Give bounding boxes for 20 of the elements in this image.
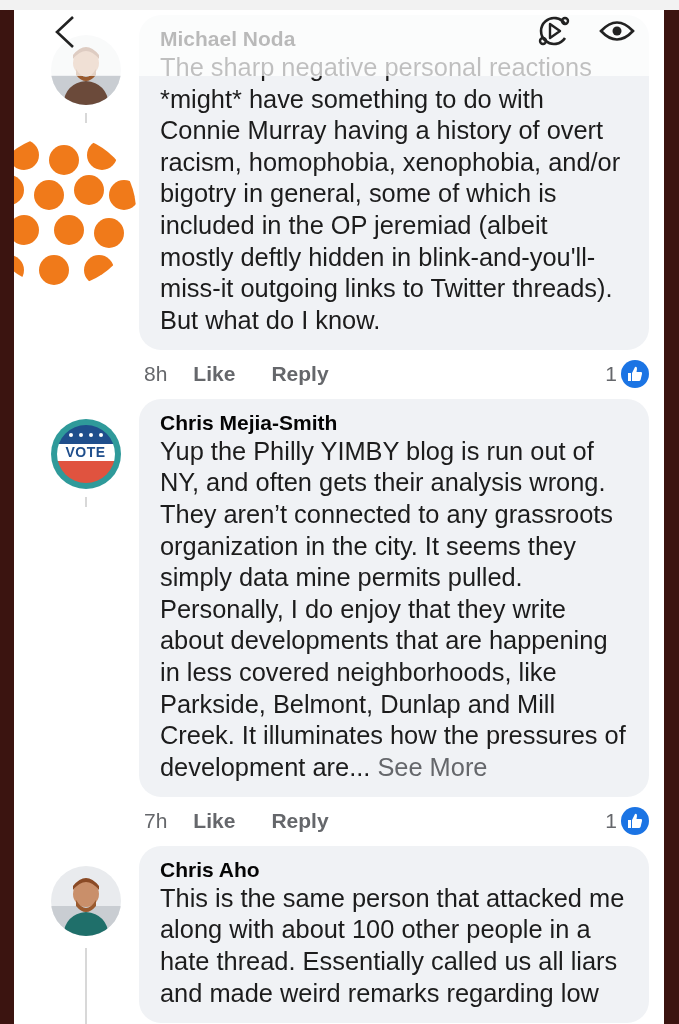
author-name: Michael Noda <box>160 26 296 52</box>
author-name: Chris Mejia-Smith <box>160 409 338 436</box>
see-more-link[interactable]: See More <box>377 752 488 781</box>
reaction-count: 1 <box>605 808 617 835</box>
reaction-count: 1 <box>605 361 617 388</box>
eye-icon[interactable] <box>599 18 635 44</box>
reply-link[interactable]: Reply <box>271 358 329 390</box>
timestamp: 8h <box>144 361 168 388</box>
comment-text: This is the same person that attacked me along with about 100 other people in a hate thread. Essentially called us all liars and made weird remarks regarding low <box>160 882 626 1009</box>
like-link[interactable]: Like <box>193 805 236 837</box>
comment-text: Yup the Philly YIMBY blog is run out of NY, and often gets their analysis wrong. They aren’t connected to any grassroots organization in the city. It seems they simply data mine permits pulled. Personally, I do enjoy that they write about developments that are happening in less covered neighborhoods, like Parkside, Belmont, Dunlap and Mill Creek. It illuminates how the pressures of development are... See More <box>160 435 627 783</box>
back-icon[interactable] <box>54 15 76 49</box>
like-link[interactable]: Like <box>193 358 236 390</box>
vote-badge: VOTE <box>50 418 121 489</box>
like-icon <box>621 807 649 836</box>
timestamp: 7h <box>144 808 168 835</box>
author-name: Chris Aho <box>160 856 260 883</box>
like-icon <box>621 360 649 389</box>
reply-link[interactable]: Reply <box>271 805 329 837</box>
play-icon[interactable] <box>537 14 571 48</box>
